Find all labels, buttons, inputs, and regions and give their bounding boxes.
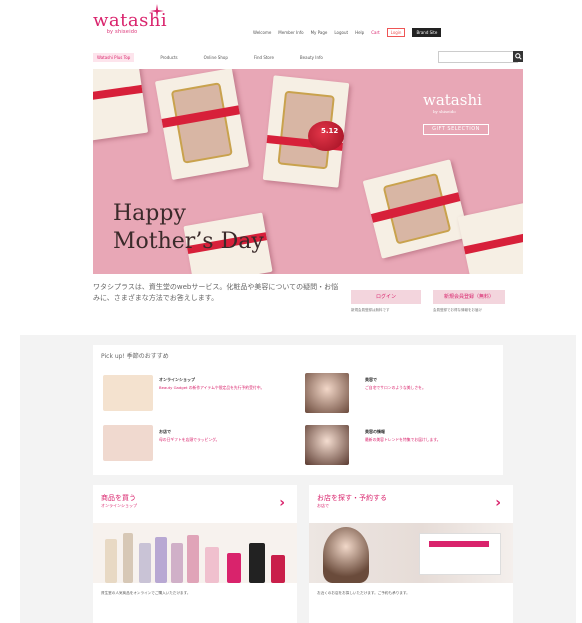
counter-photo [419,533,501,575]
sparkle-icon [150,4,164,18]
util-link-welcome[interactable]: Welcome [253,30,271,35]
utility-nav: Welcome Member Info My Page Logout Help … [253,28,442,37]
pickup-title: Pick up! 季節のおすすめ [101,353,169,360]
product-bottle [139,543,151,583]
product-bottle [123,533,133,583]
login-button[interactable]: ログイン [351,290,421,304]
pickup-image-gift[interactable] [103,425,153,461]
pickup-text[interactable]: ご自宅でサロンのような美しさを。 [365,385,485,391]
card-store[interactable]: お店を探す・予約する お店で › お近くのお店をお探しいただけます。ご予約も承り… [309,485,513,623]
hero-logo-sub: by shiseido [433,109,456,114]
pickup-tag: 美容の情報 [365,429,385,434]
brand-site-button[interactable]: Brand Site [412,28,442,37]
util-link-mypage[interactable]: My Page [311,30,328,35]
hero-logo-text: watashi [423,91,482,109]
nav-item-shop[interactable]: Online Shop [204,55,228,60]
top-section: watashi by shiseido Welcome Member Info … [20,0,576,335]
chevron-right-icon: › [279,495,285,511]
product-bottle [227,553,241,583]
card-image-store [309,523,513,583]
staff-photo [323,527,369,583]
util-link-member[interactable]: Member Info [278,30,303,35]
gift-box [93,69,149,141]
card-text: 資生堂の人気商品をオンラインでご購入いただけます。 [101,591,191,595]
product-bottle [271,555,285,583]
login-note: 新規会員登録は無料です [351,308,390,312]
product-bottle [249,543,265,583]
product-bottle [205,547,219,583]
hero-banner[interactable]: 5.12 watashi by shiseido GIFT SELECTION [93,69,523,274]
ribbon [93,84,143,102]
pickup-panel: Pick up! 季節のおすすめ オンラインショップ Beauty Gadget… [93,345,503,475]
card-title: お店を探す・予約する [317,494,387,502]
pickup-image-beauty[interactable] [305,425,349,465]
nav-item-store[interactable]: Find Store [254,55,274,60]
login-link[interactable]: Login [386,28,406,37]
intro-text: ワタシプラスは、資生堂のwebサービス。化粧品や美容についての疑問・お悩みに、さ… [93,283,339,302]
nav-item-top[interactable]: Watashi Plus Top [93,52,135,62]
card-sub: オンラインショップ [101,503,137,508]
register-note: 会員登録でお得な情報をお届け [433,308,482,312]
hero-logo: watashi by shiseido [423,91,482,114]
product-bottle [187,535,199,583]
util-link-help[interactable]: Help [355,30,364,35]
search-button[interactable] [513,51,523,62]
util-link-logout[interactable]: Logout [334,30,348,35]
page-wrap: watashi by shiseido Welcome Member Info … [93,0,523,335]
pickup-tag: オンラインショップ [159,377,195,382]
gift-selection-label: GIFT SELECTION [423,124,489,135]
register-button[interactable]: 新規会員登録（無料） [433,290,505,304]
pickup-tag: 美容で [365,377,377,382]
nav-item-products[interactable]: Products [160,55,177,60]
search-icon [514,53,522,60]
ribbon [463,231,523,255]
chevron-right-icon: › [495,495,501,511]
search-input[interactable] [438,51,518,63]
product-bottle [105,539,117,583]
card-title: 商品を買う [101,494,136,502]
gift-box [362,159,470,259]
browser-page: watashi by shiseido Welcome Member Info … [20,0,576,623]
card-buy[interactable]: 商品を買う オンラインショップ › 資生堂の人気商品をオンラインでご購入いただけ… [93,485,297,623]
product-bottle [155,537,167,583]
rose-image [308,121,344,151]
pickup-text[interactable]: Beauty Gadget の新作アイテムや限定品を先行予約受付中。 [159,385,279,391]
pickup-text[interactable]: 母の日ギフトを店頭でラッピング。 [159,437,279,443]
hero-date-tag: 5.12 [321,127,339,135]
gift-box [457,202,523,274]
card-text: お近くのお店をお探しいただけます。ご予約も承ります。 [317,591,410,595]
pickup-text[interactable]: 最新の美容トレンドを特集でお届けします。 [365,437,485,443]
counter-stripe [429,541,489,547]
product-bottle [171,543,183,583]
card-sub: お店で [317,503,329,508]
card-image-products [93,523,297,583]
pickup-image-model[interactable] [305,373,349,413]
cart-link[interactable]: Cart [371,30,379,35]
hero-line-1: Happy [113,201,186,226]
nav-item-beauty[interactable]: Beauty Info [300,55,323,60]
pickup-image-products[interactable] [103,375,153,411]
hero-headline: Happy Mother’s Day [113,200,264,256]
hero-line-2: Mother’s Day [113,229,264,254]
gift-box [154,69,250,181]
pickup-tag: お店で [159,429,171,434]
